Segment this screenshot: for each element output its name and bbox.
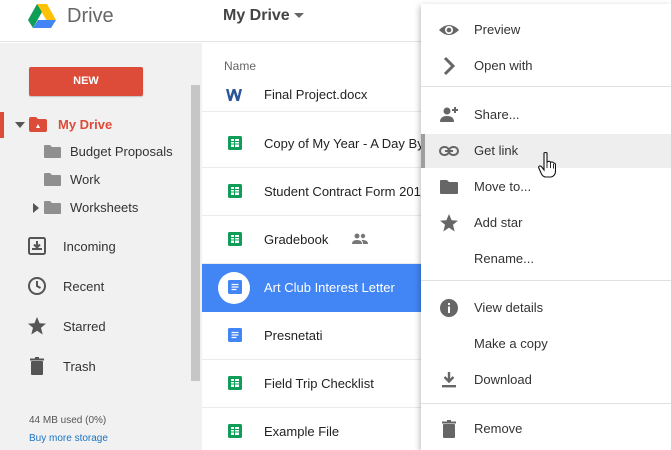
menu-item-download[interactable]: Download: [421, 363, 671, 397]
sidebar: NEW My Drive Budget Proposals Work Works…: [0, 43, 202, 450]
active-indicator: [0, 112, 4, 138]
file-name: Gradebook: [264, 232, 329, 247]
tree-label: Work: [70, 172, 101, 187]
menu-label: Download: [474, 372, 532, 387]
file-name: Final Project.docx: [264, 87, 368, 102]
menu-item-make-a-copy[interactable]: Make a copy: [421, 327, 671, 361]
storage-used: 44 MB used (0%): [29, 415, 107, 426]
menu-label: View details: [474, 300, 544, 315]
nav-label: Recent: [63, 279, 105, 294]
menu-item-add-star[interactable]: Add star: [421, 206, 671, 240]
add-person-icon: [440, 107, 458, 122]
trash-icon: [30, 357, 44, 375]
menu-divider: [421, 280, 671, 281]
folder-menu-caret-icon[interactable]: [294, 13, 304, 18]
menu-label: Get link: [474, 143, 519, 158]
chevron-right-icon: [443, 56, 456, 76]
incoming-icon: [28, 237, 46, 255]
column-header-name[interactable]: Name: [224, 59, 256, 73]
breadcrumb-current-folder[interactable]: My Drive: [223, 7, 290, 25]
folder-icon: [44, 145, 61, 158]
tree-item-work[interactable]: Work: [0, 167, 190, 193]
menu-item-rename[interactable]: Rename...: [421, 242, 671, 276]
expand-arrow-icon[interactable]: [33, 203, 39, 213]
word-file-icon: [226, 89, 242, 101]
sheet-file-icon: [228, 424, 242, 438]
folder-icon: [44, 173, 61, 186]
tree-label: Worksheets: [70, 200, 139, 215]
eye-icon: [439, 25, 459, 35]
tree-item-worksheets[interactable]: Worksheets: [0, 195, 190, 221]
link-icon: [439, 146, 459, 156]
info-icon: [440, 299, 458, 317]
file-name: Presnetati: [264, 328, 323, 343]
menu-label: Remove: [474, 421, 523, 436]
file-name: Copy of My Year - A Day By: [264, 136, 424, 151]
tree-item-budget-proposals[interactable]: Budget Proposals: [0, 139, 190, 165]
nav-starred[interactable]: Starred: [0, 308, 190, 344]
clock-icon: [28, 277, 46, 295]
folder-icon: [44, 201, 61, 214]
star-icon: [28, 317, 46, 335]
menu-item-open-with[interactable]: Open with: [421, 49, 671, 83]
new-button[interactable]: NEW: [29, 67, 143, 96]
menu-item-preview[interactable]: Preview: [421, 13, 671, 47]
doc-file-icon: [228, 328, 242, 342]
menu-label: Add star: [474, 215, 523, 230]
sidebar-scrollbar-thumb[interactable]: [191, 85, 200, 381]
star-icon: [440, 214, 458, 232]
tree-label: Budget Proposals: [70, 144, 173, 159]
download-icon: [442, 372, 456, 388]
nav-trash[interactable]: Trash: [0, 348, 190, 384]
file-name: Example File: [264, 424, 340, 439]
nav-label: Incoming: [63, 239, 116, 254]
file-name: Student Contract Form 201: [264, 184, 421, 199]
file-name: Field Trip Checklist: [264, 376, 374, 391]
menu-label: Open with: [474, 58, 533, 73]
context-menu: Preview Open with Share... Get link Move…: [421, 4, 671, 450]
nav-incoming[interactable]: Incoming: [0, 228, 190, 264]
folder-icon: [440, 180, 458, 194]
app-name[interactable]: Drive: [67, 5, 114, 28]
shared-people-icon: [352, 233, 368, 244]
drive-window: Drive My Drive NEW My Drive Budget Propo…: [0, 0, 671, 450]
sheet-file-icon: [228, 376, 242, 390]
doc-file-icon: [228, 280, 242, 294]
menu-item-share[interactable]: Share...: [421, 98, 671, 132]
sheet-file-icon: [228, 136, 242, 150]
menu-label: Rename...: [474, 251, 534, 266]
my-drive-folder-icon: [29, 117, 47, 132]
menu-divider: [421, 86, 671, 87]
tree-item-my-drive[interactable]: My Drive: [0, 112, 190, 138]
sheet-file-icon: [228, 184, 242, 198]
hover-indicator: [421, 134, 425, 168]
menu-item-view-details[interactable]: View details: [421, 291, 671, 325]
drive-logo-icon[interactable]: [28, 4, 56, 28]
menu-label: Move to...: [474, 179, 532, 194]
nav-recent[interactable]: Recent: [0, 268, 190, 304]
buy-storage-link[interactable]: Buy more storage: [29, 433, 108, 444]
nav-label: Trash: [63, 359, 96, 374]
hand-cursor-icon: [538, 152, 556, 178]
collapse-arrow-icon[interactable]: [15, 122, 25, 128]
tree-label: My Drive: [58, 117, 113, 132]
menu-item-remove[interactable]: Remove: [421, 412, 671, 446]
menu-label: Preview: [474, 22, 521, 37]
trash-icon: [442, 420, 456, 438]
sheet-file-icon: [228, 232, 242, 246]
menu-divider: [421, 403, 671, 404]
nav-label: Starred: [63, 319, 106, 334]
menu-label: Share...: [474, 107, 520, 122]
file-name: Art Club Interest Letter: [264, 280, 395, 295]
menu-label: Make a copy: [474, 336, 548, 351]
